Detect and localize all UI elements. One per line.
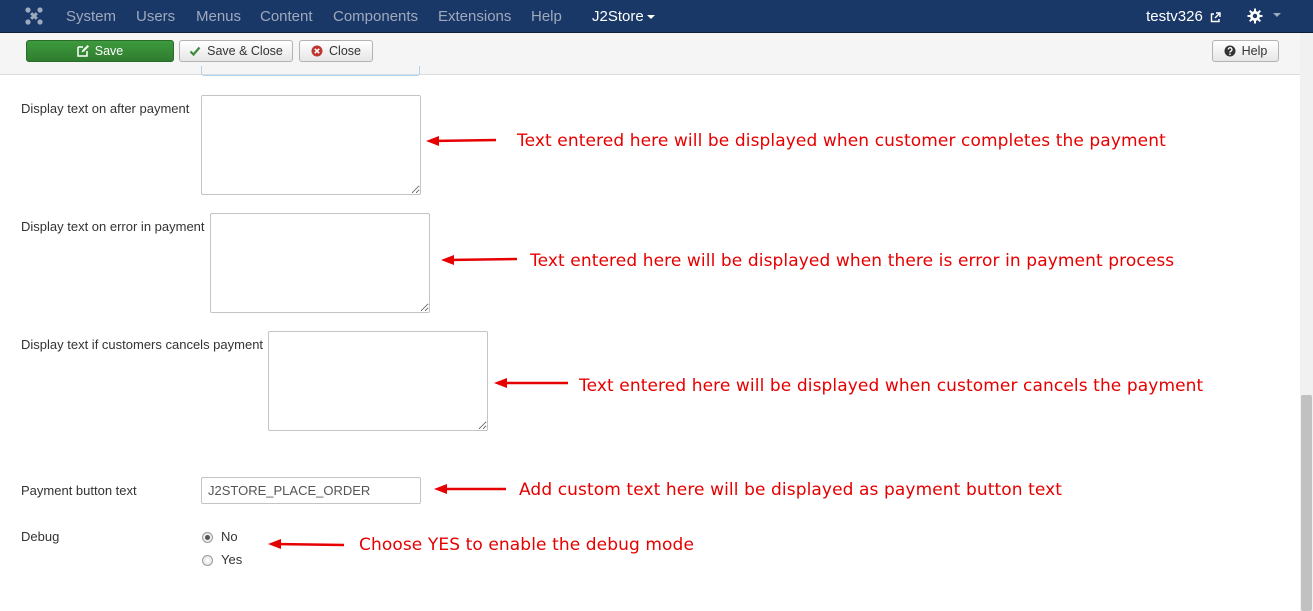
nav-components[interactable]: Components bbox=[333, 8, 418, 25]
arrow-left-icon bbox=[441, 255, 518, 265]
previous-field-partial[interactable] bbox=[201, 66, 420, 76]
question-circle-icon bbox=[1224, 45, 1236, 57]
settings-chevron-down-icon[interactable] bbox=[1273, 13, 1281, 17]
nav-menus[interactable]: Menus bbox=[196, 8, 241, 25]
save-button-label: Save bbox=[94, 44, 124, 58]
save-close-button-label: Save & Close bbox=[207, 44, 283, 58]
cancel-payment-textarea[interactable] bbox=[268, 331, 488, 431]
debug-radio-no-label[interactable]: No bbox=[221, 529, 238, 544]
close-button-label: Close bbox=[329, 44, 361, 58]
annotation-payment-button: Add custom text here will be displayed a… bbox=[519, 480, 1063, 500]
toolbar: Save Save & Close Close Help bbox=[0, 33, 1300, 75]
debug-label: Debug bbox=[21, 529, 60, 544]
top-navbar: System Users Menus Content Components Ex… bbox=[0, 0, 1313, 33]
edit-icon bbox=[77, 44, 89, 57]
annotation-after-payment: Text entered here will be displayed when… bbox=[517, 131, 1166, 151]
nav-user-label: testv326 bbox=[1146, 8, 1203, 25]
error-payment-textarea[interactable] bbox=[210, 213, 430, 313]
nav-system[interactable]: System bbox=[66, 8, 116, 25]
cancel-payment-label: Display text if customers cancels paymen… bbox=[21, 337, 264, 352]
error-payment-label: Display text on error in payment bbox=[21, 219, 205, 234]
nav-users[interactable]: Users bbox=[136, 8, 175, 25]
save-button[interactable]: Save bbox=[26, 40, 174, 62]
chevron-down-icon bbox=[646, 15, 655, 20]
debug-radio-yes[interactable] bbox=[202, 555, 213, 566]
close-button[interactable]: Close bbox=[299, 40, 373, 62]
nav-help[interactable]: Help bbox=[531, 8, 562, 25]
arrow-left-icon bbox=[268, 539, 345, 549]
nav-user-link[interactable]: testv326 bbox=[1146, 8, 1221, 25]
annotation-error-payment: Text entered here will be displayed when… bbox=[530, 251, 1175, 271]
close-circle-icon bbox=[311, 45, 323, 57]
after-payment-label: Display text on after payment bbox=[21, 101, 190, 116]
nav-j2store-label: J2Store bbox=[592, 8, 644, 25]
save-close-button[interactable]: Save & Close bbox=[179, 40, 293, 62]
arrow-left-icon bbox=[426, 136, 497, 146]
arrow-left-icon bbox=[434, 484, 506, 494]
gear-icon[interactable] bbox=[1247, 8, 1263, 24]
payment-button-input[interactable] bbox=[201, 477, 421, 504]
annotation-cancel-payment: Text entered here will be displayed when… bbox=[579, 376, 1204, 396]
annotation-debug: Choose YES to enable the debug mode bbox=[359, 535, 695, 555]
debug-radio-no[interactable] bbox=[202, 532, 213, 543]
after-payment-textarea[interactable] bbox=[201, 95, 421, 195]
payment-button-label: Payment button text bbox=[21, 483, 137, 498]
scrollbar-thumb[interactable] bbox=[1301, 395, 1312, 611]
nav-content[interactable]: Content bbox=[260, 8, 313, 25]
joomla-logo-icon[interactable] bbox=[24, 6, 44, 26]
help-button-label: Help bbox=[1241, 44, 1268, 58]
help-button[interactable]: Help bbox=[1212, 40, 1279, 62]
external-link-icon bbox=[1210, 11, 1221, 22]
check-icon bbox=[189, 46, 201, 56]
arrow-left-icon bbox=[494, 378, 568, 388]
debug-radio-yes-label[interactable]: Yes bbox=[221, 552, 242, 567]
nav-j2store[interactable]: J2Store bbox=[592, 8, 655, 25]
nav-extensions[interactable]: Extensions bbox=[438, 8, 511, 25]
